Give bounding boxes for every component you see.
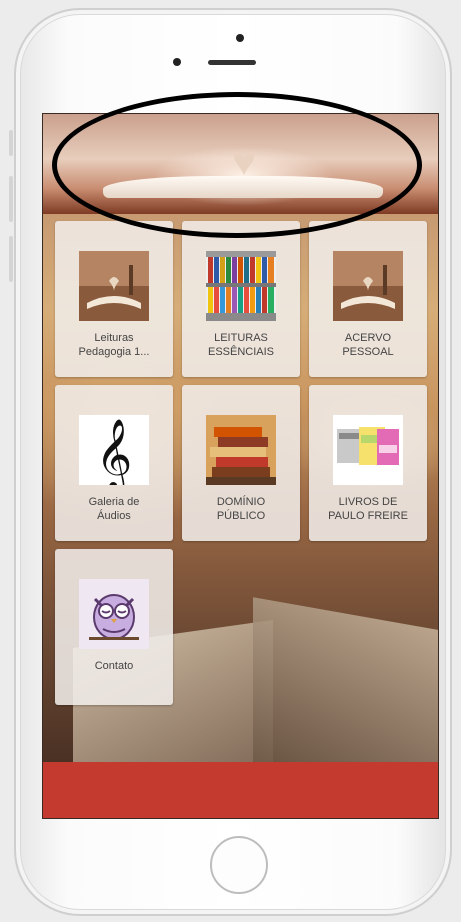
tile-contato[interactable]: Contato: [55, 549, 173, 705]
open-book-heart-image: [333, 251, 403, 321]
front-camera: [236, 34, 244, 42]
owl-icon: [79, 579, 149, 649]
book-covers-image: [333, 415, 403, 485]
tile-label-line-2: Pedagogia 1...: [78, 346, 150, 358]
svg-text:𝄞: 𝄞: [96, 417, 133, 485]
tile-label: DOMÍNIO PÚBLICO: [186, 495, 296, 523]
tile-livros-de-paulo-freire[interactable]: LIVROS DE PAULO FREIRE: [309, 385, 427, 541]
tile-label-line-2: PESSOAL: [342, 346, 394, 358]
tile-label: LIVROS DE PAULO FREIRE: [313, 495, 423, 523]
tile-label: LEITURAS ESSÊNCIAIS: [186, 331, 296, 359]
highlight-oval-annotation: [52, 92, 422, 238]
tile-label-line-1: Galeria de: [88, 496, 140, 508]
tile-dominio-publico[interactable]: DOMÍNIO PÚBLICO: [182, 385, 300, 541]
proximity-sensor: [173, 58, 181, 66]
footer-bar: [43, 762, 438, 818]
tile-leituras-pedagogia[interactable]: Leituras Pedagogia 1...: [55, 221, 173, 377]
tile-label-line-1: ACERVO: [344, 332, 392, 344]
volume-down-button: [9, 236, 13, 282]
tile-label-line-2: ESSÊNCIAIS: [207, 346, 275, 358]
mute-switch: [9, 130, 13, 156]
volume-up-button: [9, 176, 13, 222]
bookshelf-image: [206, 251, 276, 321]
open-book-heart-image: [79, 251, 149, 321]
tile-label-line-2: Áudios: [97, 510, 131, 522]
earpiece-speaker: [208, 60, 256, 65]
tile-label-line-2: PÚBLICO: [216, 510, 266, 522]
tile-label-line-1: LEITURAS: [214, 332, 268, 344]
tile-label-line-1: Leituras: [94, 332, 134, 344]
tile-acervo-pessoal[interactable]: ACERVO PESSOAL: [309, 221, 427, 377]
tile-label-line-1: DOMÍNIO: [216, 496, 266, 508]
tile-leituras-essenciais[interactable]: LEITURAS ESSÊNCIAIS: [182, 221, 300, 377]
book-stack-image: [206, 415, 276, 485]
tile-label: ACERVO PESSOAL: [313, 331, 423, 359]
tile-label-line-2: PAULO FREIRE: [328, 510, 408, 522]
tile-label-line-1: Contato: [94, 660, 134, 672]
treble-clef-icon: 𝄞: [79, 415, 149, 485]
home-button[interactable]: [210, 836, 268, 894]
tile-galeria-de-audios[interactable]: 𝄞 Galeria de Áudios: [55, 385, 173, 541]
tile-label: Contato: [59, 659, 169, 673]
tile-label-line-1: LIVROS DE: [338, 496, 398, 508]
tile-label: Leituras Pedagogia 1...: [59, 331, 169, 359]
tile-label: Galeria de Áudios: [59, 495, 169, 523]
